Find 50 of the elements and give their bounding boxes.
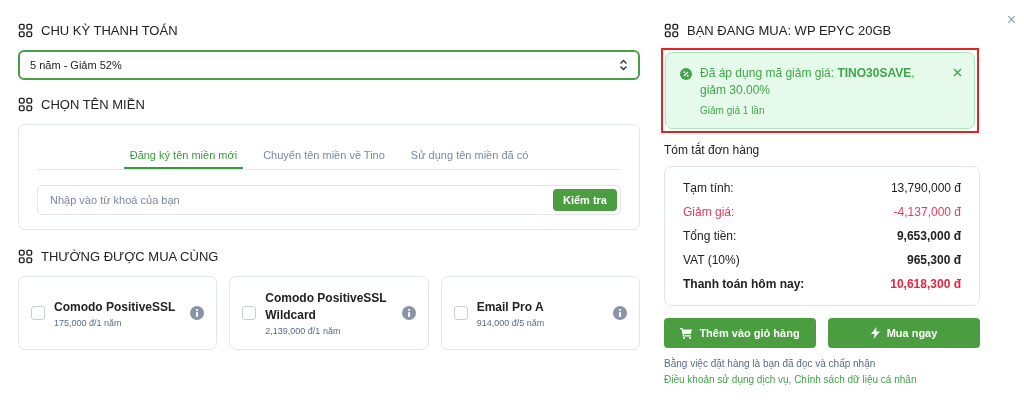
add-to-cart-button[interactable]: Thêm vào giỏ hàng xyxy=(664,318,816,348)
domain-search-field[interactable]: Nhập vào từ khoá của bạn Kiểm tra xyxy=(37,185,621,215)
checkbox[interactable] xyxy=(31,306,45,320)
addon-name: Email Pro A xyxy=(476,298,545,316)
grid-icon xyxy=(18,96,33,112)
addon-price: 914,000 đ/5 năm xyxy=(476,317,546,328)
lightning-icon xyxy=(870,327,880,339)
coupon-message: Đã áp dụng mã giảm giá: TINO30SAVE, giảm 30.00% xyxy=(700,65,916,99)
summary-value: -4,137,000 đ xyxy=(893,205,961,219)
summary-value: 9,653,000 đ xyxy=(896,229,961,243)
checkbox[interactable] xyxy=(453,306,468,320)
billing-cycle-select[interactable]: 5 năm - Giảm 52% xyxy=(18,50,640,80)
grid-icon xyxy=(664,22,679,38)
discount-icon xyxy=(680,68,692,80)
terms-link[interactable]: Chính sách dữ liệu cá nhân xyxy=(794,374,917,385)
terms-link[interactable]: Điều khoản sử dụng dịch vụ xyxy=(664,374,789,385)
section-title: CHU KỲ THANH TOÁN xyxy=(41,22,178,38)
domain-tab[interactable]: Đăng ký tên miền mới xyxy=(123,145,244,169)
buy-now-button[interactable]: Mua ngay xyxy=(828,318,980,348)
summary-value: 10,618,300 đ xyxy=(890,277,961,291)
summary-value: 965,300 đ xyxy=(906,253,961,267)
summary-value: 13,790,000 đ xyxy=(890,181,961,195)
check-button[interactable]: Kiểm tra xyxy=(552,189,617,211)
info-icon[interactable] xyxy=(190,306,205,320)
summary-title: Tóm tắt đơn hàng xyxy=(664,143,761,157)
close-icon[interactable] xyxy=(953,68,962,77)
chevron-icon xyxy=(619,59,628,71)
terms-text: Bằng việc đặt hàng là bạn đã đọc và chấp nhận Điều khoản sử dụng dịch vụ, Chính sách dữ liệu cá nhân xyxy=(664,356,918,387)
addon-name: Comodo PositiveSSL Wildcard xyxy=(265,290,388,324)
summary-label: Giảm giá: xyxy=(683,205,735,219)
summary-label: Tổng tiền: xyxy=(683,229,737,243)
info-icon[interactable] xyxy=(613,306,627,320)
coupon-note: Giảm giá 1 lần xyxy=(700,105,766,116)
grid-icon xyxy=(18,248,33,264)
info-icon[interactable] xyxy=(401,306,416,320)
domain-tab[interactable]: Chuyển tên miền về Tino xyxy=(257,145,391,169)
summary-label: Thanh toán hôm nay: xyxy=(683,277,805,291)
addon-name: Comodo PositiveSSL xyxy=(54,298,177,316)
section-title: CHỌN TÊN MIỀN xyxy=(41,96,145,112)
summary-label: Tạm tính: xyxy=(683,181,734,195)
checkbox[interactable] xyxy=(242,306,257,320)
addon-price: 175,000 đ/1 năm xyxy=(54,317,123,328)
cart-icon xyxy=(680,327,693,339)
grid-icon xyxy=(18,22,33,38)
close-button[interactable]: × xyxy=(1000,10,1022,30)
section-title: THƯỜNG ĐƯỢC MUA CÙNG xyxy=(41,248,219,264)
summary-label: VAT (10%) xyxy=(683,253,740,267)
addon-price: 2,139,000 đ/1 năm xyxy=(265,326,342,336)
domain-tab[interactable]: Sử dụng tên miền đã có xyxy=(404,145,535,169)
section-title: BẠN ĐANG MUA: WP EPYC 20GB xyxy=(687,22,892,38)
